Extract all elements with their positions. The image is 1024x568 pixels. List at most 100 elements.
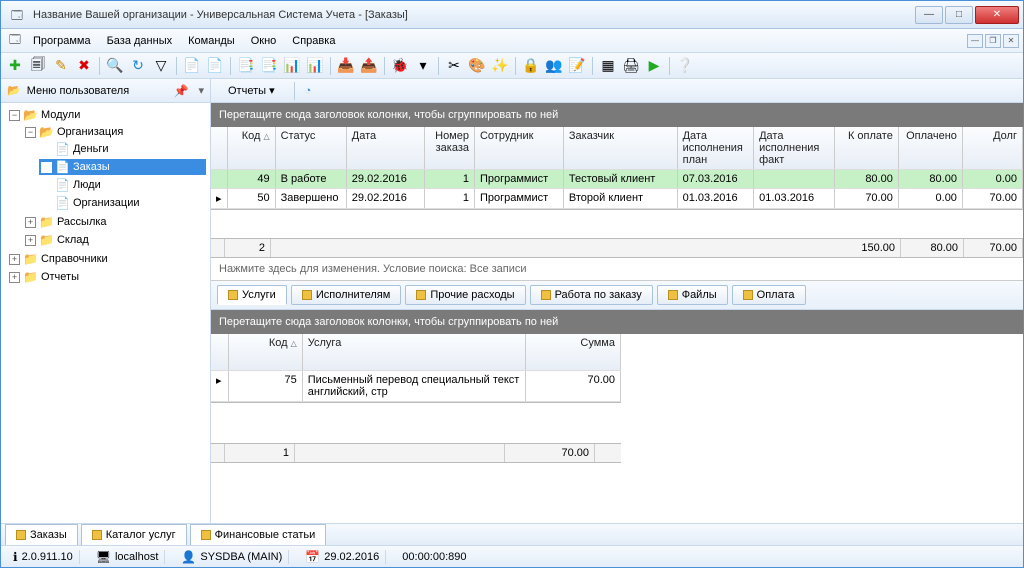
- menu-help[interactable]: Справка: [284, 32, 343, 50]
- lock-icon[interactable]: 🔒: [521, 56, 541, 76]
- clock-icon[interactable]: ◔: [305, 85, 312, 97]
- window-title: Название Вашей организации - Универсальн…: [33, 9, 915, 21]
- expand-toggle[interactable]: −: [9, 110, 20, 121]
- table-row[interactable]: 49 В работе 29.02.2016 1 Программист Тес…: [211, 170, 1023, 189]
- tree-modules[interactable]: Модули: [41, 109, 80, 121]
- tab-expenses[interactable]: Прочие расходы: [405, 285, 525, 305]
- menu-database[interactable]: База данных: [99, 32, 181, 50]
- status-user: SYSDBA (MAIN): [200, 551, 282, 563]
- tool-icon-5[interactable]: 📊: [282, 56, 302, 76]
- tool-icon-7[interactable]: 🐞: [390, 56, 410, 76]
- expand-toggle[interactable]: +: [9, 272, 20, 283]
- chevron-down-icon[interactable]: ▾: [413, 56, 433, 76]
- palette-icon[interactable]: 🎨: [467, 56, 487, 76]
- users-icon[interactable]: 👥: [544, 56, 564, 76]
- settings-icon[interactable]: ✂: [444, 56, 464, 76]
- new-icon[interactable]: ✚: [5, 56, 25, 76]
- dcol-service[interactable]: Услуга: [302, 334, 525, 370]
- tab-workorder[interactable]: Работа по заказу: [530, 285, 653, 305]
- close-button[interactable]: ✕: [975, 6, 1019, 24]
- mdi-minimize-button[interactable]: —: [967, 34, 983, 48]
- wand-icon[interactable]: ✨: [490, 56, 510, 76]
- tree-mailing[interactable]: Рассылка: [57, 216, 107, 228]
- tree-money[interactable]: Деньги: [73, 143, 109, 155]
- tab-performers[interactable]: Исполнителям: [291, 285, 401, 305]
- tree-organization[interactable]: Организация: [57, 126, 123, 138]
- tab-files[interactable]: Файлы: [657, 285, 728, 305]
- tree-refs[interactable]: Справочники: [41, 253, 108, 265]
- text-icon[interactable]: 📝: [567, 56, 587, 76]
- print-icon[interactable]: 🖨: [621, 56, 641, 76]
- copy-icon[interactable]: 🗐: [28, 56, 48, 76]
- expand-toggle[interactable]: +: [25, 235, 36, 246]
- col-paid[interactable]: Оплачено: [898, 127, 962, 170]
- doctab-catalog[interactable]: Каталог услуг: [81, 524, 187, 545]
- status-date: 29.02.2016: [324, 551, 379, 563]
- mdi-close-button[interactable]: ✕: [1003, 34, 1019, 48]
- tree-stock[interactable]: Склад: [57, 234, 89, 246]
- reports-dropdown[interactable]: Отчеты ▾: [219, 81, 284, 100]
- pin-icon[interactable]: 📌: [174, 84, 189, 98]
- doctab-fin[interactable]: Финансовые статьи: [190, 524, 327, 545]
- detail-group-by-bar[interactable]: Перетащите сюда заголовок колонки, чтобы…: [211, 310, 1023, 334]
- col-fact[interactable]: Дата исполнения факт: [754, 127, 835, 170]
- col-code[interactable]: Код△: [228, 127, 276, 170]
- tool-icon-6[interactable]: 📊: [305, 56, 325, 76]
- folder-icon: 📂: [23, 108, 38, 122]
- col-debt[interactable]: Долг: [962, 127, 1022, 170]
- tool-icon-1[interactable]: 📄: [182, 56, 202, 76]
- col-plan[interactable]: Дата исполнения план: [677, 127, 754, 170]
- mdi-restore-button[interactable]: ❐: [985, 34, 1001, 48]
- edit-icon[interactable]: ✎: [51, 56, 71, 76]
- col-customer[interactable]: Заказчик: [563, 127, 677, 170]
- filter-icon[interactable]: ▽: [151, 56, 171, 76]
- minimize-button[interactable]: —: [915, 6, 943, 24]
- dcol-code[interactable]: Код△: [228, 334, 302, 370]
- play-icon[interactable]: ▶: [644, 56, 664, 76]
- tree-reports[interactable]: Отчеты: [41, 271, 79, 283]
- col-status[interactable]: Статус: [275, 127, 346, 170]
- app-menu-icon[interactable]: 🗔: [9, 31, 21, 50]
- expand-toggle[interactable]: +: [9, 254, 20, 265]
- search-icon[interactable]: 🔍: [105, 56, 125, 76]
- tool-icon-3[interactable]: 📑: [236, 56, 256, 76]
- grid-icon[interactable]: ▦: [598, 56, 618, 76]
- tree-orders[interactable]: Заказы: [73, 161, 110, 173]
- doctab-orders[interactable]: Заказы: [5, 524, 78, 545]
- tab-payment[interactable]: Оплата: [732, 285, 806, 305]
- services-grid[interactable]: Код△ Услуга Сумма ▸ 75 Письменный перево…: [211, 334, 621, 403]
- folder-icon: 📁: [39, 233, 54, 247]
- search-condition[interactable]: Нажмите здесь для изменения. Условие пои…: [211, 258, 1023, 281]
- tree-people[interactable]: Люди: [73, 179, 101, 191]
- menu-commands[interactable]: Команды: [180, 32, 243, 50]
- dcol-sum[interactable]: Сумма: [525, 334, 620, 370]
- tool-icon-2[interactable]: 📄: [205, 56, 225, 76]
- tree-orgs[interactable]: Организации: [73, 197, 140, 209]
- menu-options-icon[interactable]: ▾: [198, 84, 204, 97]
- col-employee[interactable]: Сотрудник: [474, 127, 563, 170]
- help-icon[interactable]: ❔: [675, 56, 695, 76]
- group-by-bar[interactable]: Перетащите сюда заголовок колонки, чтобы…: [211, 103, 1023, 127]
- menu-program[interactable]: Программа: [25, 32, 99, 50]
- refresh-icon[interactable]: ↻: [128, 56, 148, 76]
- table-row[interactable]: ▸ 50 Завершено 29.02.2016 1 Программист …: [211, 189, 1023, 209]
- expand-toggle[interactable]: −: [25, 127, 36, 138]
- tool-icon-4[interactable]: 📑: [259, 56, 279, 76]
- orders-grid[interactable]: Код△ Статус Дата Номер заказа Сотрудник …: [211, 127, 1023, 210]
- delete-icon[interactable]: ✖: [74, 56, 94, 76]
- col-orderno[interactable]: Номер заказа: [425, 127, 475, 170]
- table-row[interactable]: ▸ 75 Письменный перевод специальный текс…: [211, 370, 621, 401]
- tab-services[interactable]: Услуги: [217, 285, 287, 305]
- export-icon[interactable]: 📤: [359, 56, 379, 76]
- maximize-button[interactable]: □: [945, 6, 973, 24]
- tab-icon: [228, 290, 238, 300]
- import-icon[interactable]: 📥: [336, 56, 356, 76]
- col-date[interactable]: Дата: [346, 127, 425, 170]
- tab-icon: [92, 530, 102, 540]
- folder-icon: 📁: [39, 215, 54, 229]
- expand-toggle[interactable]: +: [25, 217, 36, 228]
- col-topay[interactable]: К оплате: [834, 127, 898, 170]
- navigation-tree[interactable]: −📂Модули −📂Организация 📄Деньги 📄Заказы 📄…: [1, 103, 210, 523]
- page-icon: 📄: [55, 142, 70, 156]
- menu-window[interactable]: Окно: [243, 32, 285, 50]
